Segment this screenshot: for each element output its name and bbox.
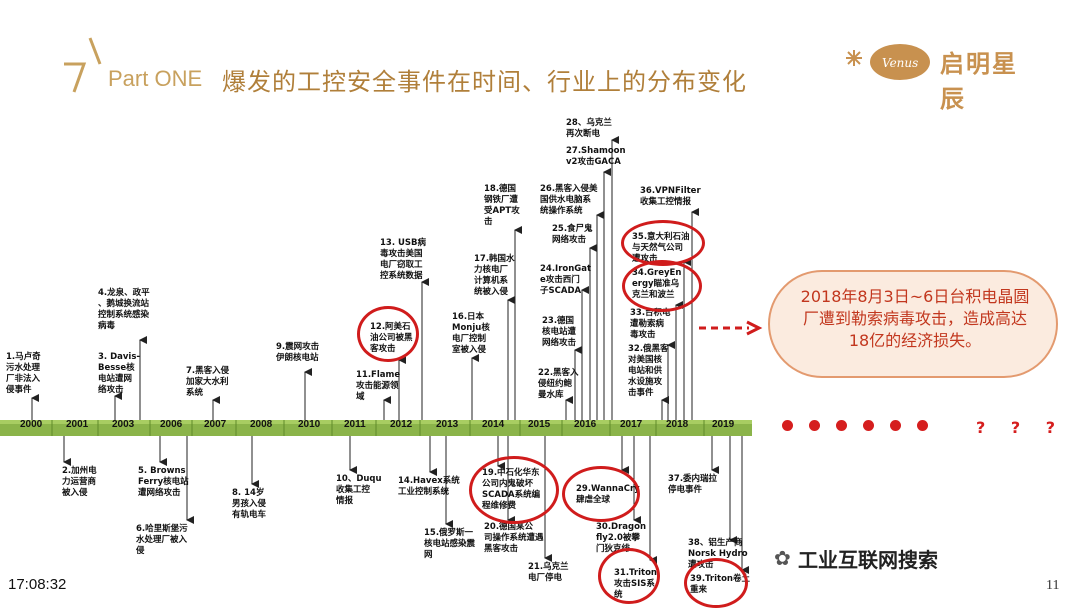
dot xyxy=(917,420,928,431)
wechat-icon: ✿ xyxy=(774,546,791,570)
logo-text: 启明星辰 xyxy=(940,50,1018,113)
venus-logo-icon: Venus xyxy=(846,44,930,80)
event-label: 15.俄罗斯一 核电站感染震 网 xyxy=(424,528,476,560)
year-label: 2007 xyxy=(204,419,227,430)
dot xyxy=(809,420,820,431)
event-label: 20.德国某公 司操作系统遭遇 黑客攻击 xyxy=(484,522,544,554)
year-label: 2000 xyxy=(20,419,43,430)
event-label: 27.Shamoon v2攻击GACA xyxy=(566,146,626,167)
highlight-circle xyxy=(598,548,660,604)
dot xyxy=(890,420,901,431)
year-label: 2001 xyxy=(66,419,89,430)
highlight-circle xyxy=(684,558,748,608)
callout-text: 2018年8月3日~6日台积电晶圆厂遭到勒索病毒攻击，造成高达18亿的经济损失。 xyxy=(800,287,1030,350)
event-label: 13. USB病 毒攻击美国 电厂窃取工 控系统数据 xyxy=(380,238,427,281)
dot xyxy=(863,420,874,431)
event-label: 18.德国 钢铁厂遭 受APT攻 击 xyxy=(484,184,520,227)
page-number: 11 xyxy=(1046,578,1060,593)
event-label: 26.黑客入侵美 国供水电脑系 统操作系统 xyxy=(540,184,598,216)
event-label: 11.Flame 攻击能源领 域 xyxy=(356,370,401,402)
event-label: 25.食尸鬼 网络攻击 xyxy=(552,224,593,245)
event-label: 23.德国 核电站遭 网络攻击 xyxy=(542,316,577,348)
event-label: 3. Davis- Besse核 电站遭网 络攻击 xyxy=(98,352,140,395)
dot xyxy=(836,420,847,431)
event-label: 6.哈里斯堡污 水处理厂被入 侵 xyxy=(136,524,188,556)
highlight-circle xyxy=(562,466,640,522)
page-title: 爆发的工控安全事件在时间、行业上的分布变化 xyxy=(222,68,747,96)
event-label: 8. 14岁 男孩入侵 有轨电车 xyxy=(232,488,267,520)
event-label: 33.台积电 遭勒索病 毒攻击 xyxy=(630,308,671,340)
timestamp: 17:08:32 xyxy=(8,576,67,593)
event-label: 28、乌克兰 再次断电 xyxy=(566,118,612,139)
dot xyxy=(782,420,793,431)
event-label: 24.IronGat e攻击西门 子SCADA xyxy=(540,264,592,296)
brand-mark-icon xyxy=(64,37,102,93)
event-label: 2.加州电 力运营商 被入侵 xyxy=(62,466,97,498)
highlight-circle xyxy=(469,456,559,524)
part-label: Part ONE xyxy=(108,66,203,91)
watermark-text: 工业互联网搜索 xyxy=(792,544,944,573)
year-label: 2006 xyxy=(160,419,183,430)
brand-logo: Venus 启明星辰 xyxy=(842,38,1042,113)
event-label: 7.黑客入侵 加家大水利 系统 xyxy=(186,366,230,398)
event-label: 9.震网攻击 伊朗核电站 xyxy=(276,342,320,363)
event-label: 5. Browns Ferry核电站 遭网络攻击 xyxy=(138,466,189,498)
year-label: 2016 xyxy=(574,419,597,430)
event-label: 4.龙泉、政平 、鹅城换流站 控制系统感染 病毒 xyxy=(98,288,150,331)
event-label: 32.俄黑客 对美国核 电站和供 水设施攻 击事件 xyxy=(628,344,669,398)
year-label: 2014 xyxy=(482,419,505,430)
event-label: 10、Duqu 收集工控 情报 xyxy=(336,474,382,506)
highlight-circle xyxy=(357,306,419,362)
year-label: 2003 xyxy=(112,419,135,430)
year-label: 2008 xyxy=(250,419,273,430)
event-label: 37.委内瑞拉 停电事件 xyxy=(668,474,718,495)
event-label: 36.VPNFilter 收集工控情报 xyxy=(640,186,701,207)
event-label: 17.韩国水 力核电厂 计算机系 统被入侵 xyxy=(474,254,515,297)
year-label: 2015 xyxy=(528,419,551,430)
highlight-circle xyxy=(622,260,702,312)
event-label: 1.马卢奇 污水处理 厂非法入 侵事件 xyxy=(6,352,41,395)
event-label: 22.黑客入 侵纽约鲍 曼水库 xyxy=(538,368,579,400)
svg-text:Venus: Venus xyxy=(882,56,918,70)
question-marks: ? ? ? xyxy=(976,418,1065,437)
future-dots xyxy=(782,420,928,431)
event-label: 14.Havex系统 工业控制系统 xyxy=(398,476,460,497)
year-label: 2018 xyxy=(666,419,689,430)
event-label: 16.日本 Monju核 电厂控制 室被入侵 xyxy=(452,312,490,355)
event-label: 21.乌克兰 电厂停电 xyxy=(528,562,569,583)
year-label: 2011 xyxy=(344,419,366,430)
year-label: 2010 xyxy=(298,419,321,430)
year-label: 2019 xyxy=(712,419,735,430)
year-label: 2013 xyxy=(436,419,459,430)
year-label: 2012 xyxy=(390,419,413,430)
year-label: 2017 xyxy=(620,419,643,430)
dashed-arrow-icon xyxy=(699,320,763,336)
